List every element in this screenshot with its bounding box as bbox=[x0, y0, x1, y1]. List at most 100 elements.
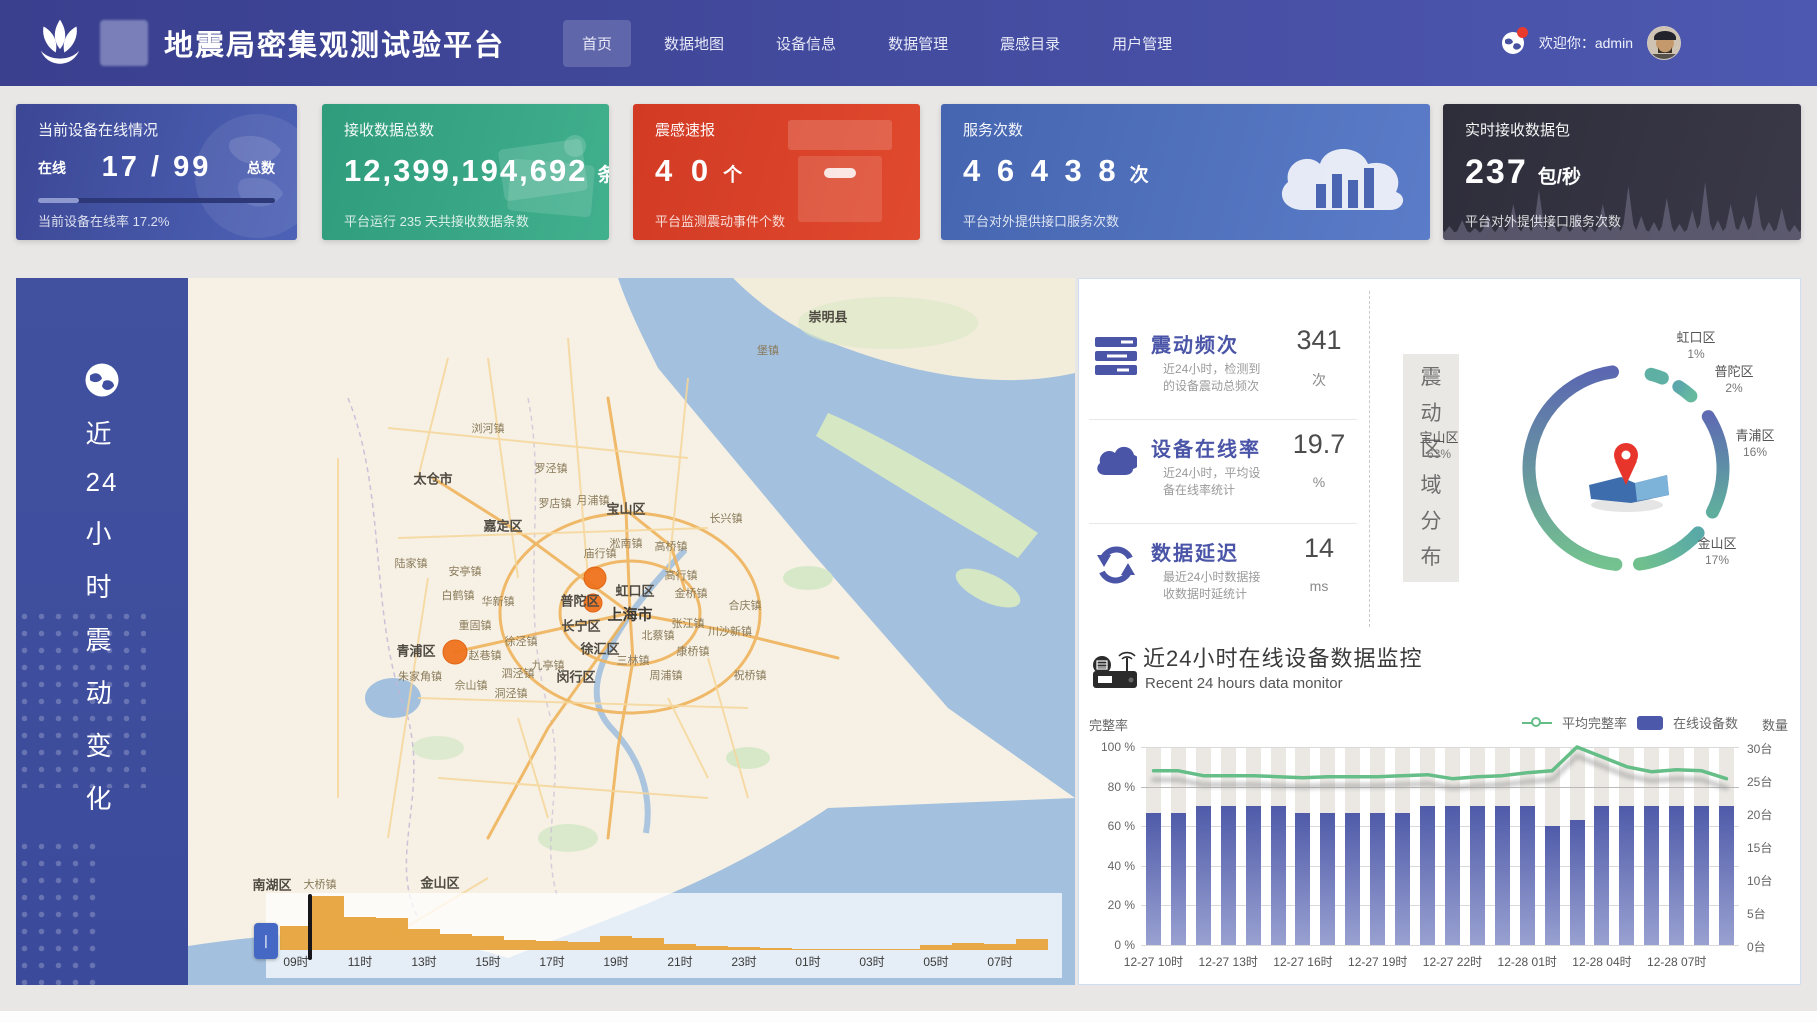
ytick-left-80 %: 80 % bbox=[1093, 780, 1135, 794]
dashboard-root: 地震局密集观测试验平台 首页数据地图设备信息数据管理震感目录用户管理 欢迎你：a… bbox=[0, 0, 1817, 1023]
timeline-bar-03时 bbox=[856, 949, 888, 950]
desc-line: 备在线率统计 bbox=[1163, 482, 1260, 499]
quake-marker-2[interactable] bbox=[443, 640, 467, 664]
donut-title-char-0: 震 bbox=[1421, 360, 1442, 396]
divider bbox=[1089, 419, 1357, 420]
donut-arc-金山区[interactable] bbox=[1639, 533, 1698, 564]
nav-item-1[interactable]: 数据地图 bbox=[645, 20, 743, 67]
donut-title-char-4: 分 bbox=[1421, 504, 1442, 540]
avatar[interactable] bbox=[1647, 26, 1681, 60]
quake-marker-1[interactable] bbox=[584, 594, 602, 612]
footer-strip bbox=[0, 1011, 1817, 1023]
desc-line: 近24小时，平均设 bbox=[1163, 465, 1260, 482]
welcome-label: 欢迎你： bbox=[1539, 35, 1595, 51]
donut-label-name: 金山区 bbox=[1697, 535, 1736, 552]
timeline-bar-07时 bbox=[984, 944, 1016, 950]
stat-desc: 近24小时，平均设备在线率统计 bbox=[1163, 465, 1260, 499]
app-header: 地震局密集观测试验平台 首页数据地图设备信息数据管理震感目录用户管理 欢迎你：a… bbox=[0, 0, 1817, 86]
notification-badge bbox=[1517, 27, 1528, 38]
nav-item-0[interactable]: 首页 bbox=[563, 20, 631, 67]
sidebar-char-7: 化 bbox=[86, 779, 119, 816]
timeline-bar-05时 bbox=[920, 945, 952, 950]
donut-title-box: 震动区域分布 bbox=[1403, 354, 1459, 582]
timeline-tick-03时: 03时 bbox=[859, 953, 884, 970]
monitor-device-icon bbox=[1091, 651, 1139, 693]
timeline-cursor[interactable] bbox=[308, 894, 312, 960]
received-unit: 条 bbox=[598, 160, 610, 187]
ytick-right-15台: 15台 bbox=[1747, 839, 1772, 856]
xtick-12-28 07时: 12-28 07时 bbox=[1647, 953, 1706, 970]
timeline-bar-08时 bbox=[1016, 939, 1048, 950]
card-title: 实时接收数据包 bbox=[1465, 119, 1779, 140]
online-ratio-row: 在线 17 / 99 总数 bbox=[38, 151, 275, 184]
sidebar-char-5: 动 bbox=[86, 673, 119, 710]
timeline-tick-21时: 21时 bbox=[667, 953, 692, 970]
stat-data-delay: 数据延迟 最近24小时数据接收数据时延统计 14ms bbox=[1079, 533, 1369, 625]
donut-label-青浦区: 青浦区16% bbox=[1735, 427, 1774, 461]
sidebar-vertical-title: 近24小时震动变化 bbox=[86, 398, 119, 816]
timeline-bar-15时 bbox=[472, 936, 504, 950]
online-value: 17 / 99 bbox=[66, 151, 247, 184]
timeline-bar-17时 bbox=[536, 941, 568, 950]
stat-title: 设备在线率 bbox=[1151, 433, 1261, 462]
card-title: 接收数据总数 bbox=[344, 119, 587, 140]
ytick-right-30台: 30台 bbox=[1747, 740, 1772, 757]
ytick-right-0台: 0台 bbox=[1747, 938, 1766, 955]
service-unit: 次 bbox=[1130, 160, 1149, 187]
nav-item-2[interactable]: 设备信息 bbox=[757, 20, 855, 67]
desc-line: 的设备震动总频次 bbox=[1163, 378, 1260, 395]
card-caption: 当前设备在线率 17.2% bbox=[38, 211, 169, 230]
donut-label-pct: 63% bbox=[1419, 446, 1458, 463]
quake-unit: 个 bbox=[723, 160, 742, 187]
ytick-left-0 %: 0 % bbox=[1093, 938, 1135, 952]
legend-line-icon bbox=[1522, 716, 1552, 730]
right-axis-title: 数量 bbox=[1762, 715, 1788, 734]
dots-decoration bbox=[16, 608, 146, 788]
xtick-12-27 22时: 12-27 22时 bbox=[1423, 953, 1482, 970]
left-axis-title: 完整率 bbox=[1089, 715, 1128, 734]
nav-item-3[interactable]: 数据管理 bbox=[869, 20, 967, 67]
quake-marker-0[interactable] bbox=[584, 567, 606, 589]
stat-title: 数据延迟 bbox=[1151, 537, 1239, 566]
donut-arc-虹口区[interactable] bbox=[1651, 374, 1662, 378]
nav-item-4[interactable]: 震感目录 bbox=[981, 20, 1079, 67]
timeline-tick-17时: 17时 bbox=[539, 953, 564, 970]
timeline-bar-01时 bbox=[792, 949, 824, 950]
legend-line-label[interactable]: 平均完整率 bbox=[1562, 713, 1627, 732]
card-realtime-packets: 实时接收数据包 237包/秒 平台对外提供接口服务次数 bbox=[1443, 104, 1801, 240]
donut-arc-宝山区[interactable] bbox=[1529, 372, 1616, 565]
card-device-online: 当前设备在线情况 在线 17 / 99 总数 当前设备在线率 17.2% bbox=[16, 104, 297, 240]
donut-label-name: 青浦区 bbox=[1735, 427, 1774, 444]
stat-unit: % bbox=[1283, 474, 1355, 490]
donut-label-宝山区: 宝山区63% bbox=[1419, 429, 1458, 463]
donut-arc-青浦区[interactable] bbox=[1708, 417, 1723, 512]
server-icon bbox=[1095, 337, 1137, 377]
donut-arc-普陀区[interactable] bbox=[1679, 387, 1691, 396]
notification-globe-icon[interactable] bbox=[1501, 31, 1525, 55]
nav-item-5[interactable]: 用户管理 bbox=[1093, 20, 1191, 67]
stat-title: 震动频次 bbox=[1151, 329, 1239, 358]
xtick-12-27 16时: 12-27 16时 bbox=[1273, 953, 1332, 970]
timeline-play-button[interactable]: ❘ bbox=[254, 923, 278, 959]
sync-icon bbox=[1095, 545, 1137, 585]
timeline-bar-20时 bbox=[632, 938, 664, 950]
donut-label-name: 宝山区 bbox=[1419, 429, 1458, 446]
timeline-bar-13时 bbox=[408, 929, 440, 950]
desc-line: 近24小时，检测到 bbox=[1163, 361, 1260, 378]
timeline-tick-19时: 19时 bbox=[603, 953, 628, 970]
card-title: 服务次数 bbox=[963, 119, 1408, 140]
timeline-tick-09时: 09时 bbox=[283, 953, 308, 970]
ytick-left-40 %: 40 % bbox=[1093, 859, 1135, 873]
stat-device-online-rate: 设备在线率 近24小时，平均设备在线率统计 19.7% bbox=[1079, 429, 1369, 521]
legend-bar-label[interactable]: 在线设备数 bbox=[1673, 713, 1738, 732]
sidebar-char-2: 小 bbox=[86, 514, 119, 551]
quake-value: 4 0 bbox=[655, 153, 713, 189]
ytick-right-20台: 20台 bbox=[1747, 806, 1772, 823]
timeline-bar-00时 bbox=[760, 948, 792, 950]
online-label: 在线 bbox=[38, 158, 66, 178]
timeline-bar-22时 bbox=[696, 946, 728, 950]
shanghai-map[interactable]: 崇明县堡镇浏河镇太仓市罗泾镇月浦镇罗店镇宝山区长兴镇嘉定区淞南镇高桥镇庙行镇陆家… bbox=[188, 278, 1075, 985]
timeline-bar-16时 bbox=[504, 940, 536, 950]
map-canvas bbox=[188, 278, 1075, 985]
sidebar-24h-quake: 近24小时震动变化 bbox=[16, 278, 188, 985]
